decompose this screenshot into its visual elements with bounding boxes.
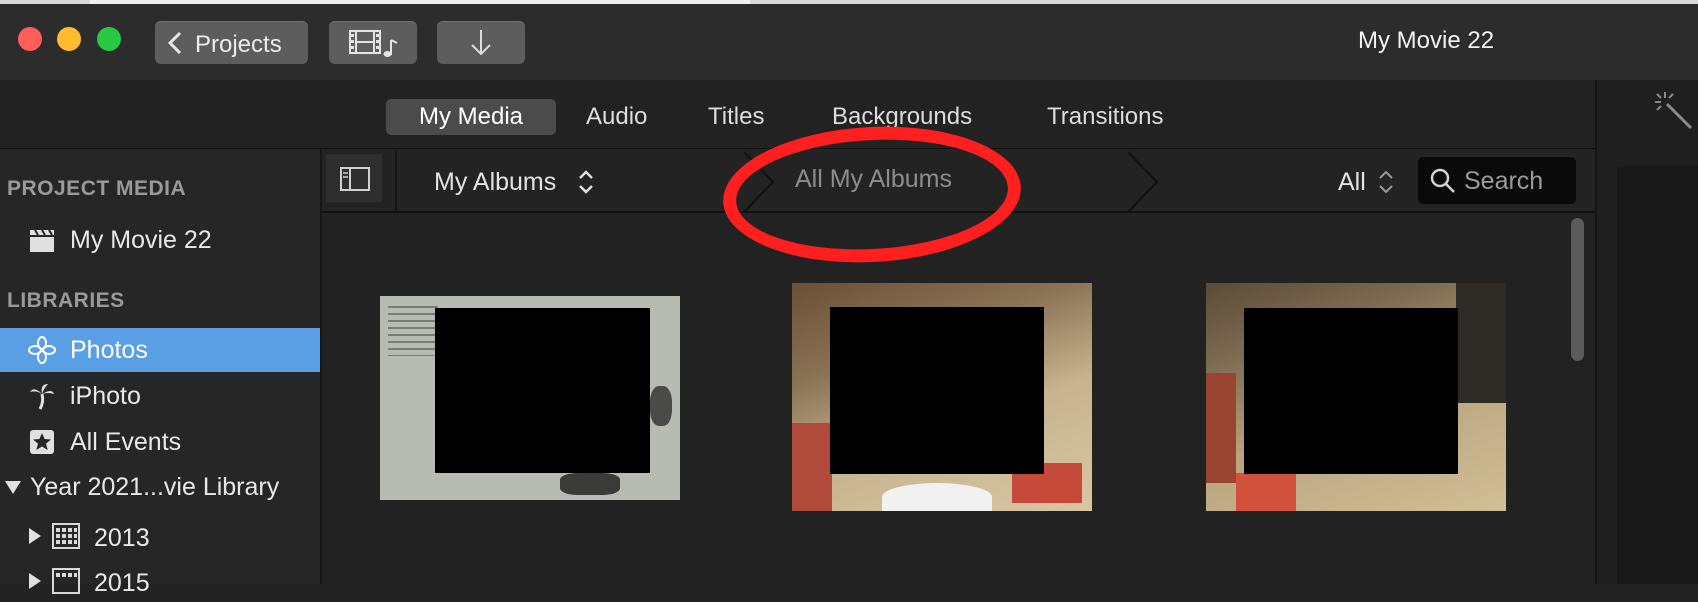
sidebar-item-label: iPhoto [70,382,141,410]
sidebar-item-label: Photos [70,336,148,364]
updown-chevron-icon [579,170,593,194]
close-window-button[interactable] [18,27,42,51]
photos-flower-icon [28,336,56,364]
search-field[interactable]: Search [1418,157,1576,204]
redacted-block [1244,308,1458,474]
star-icon [30,430,54,454]
media-browser-toggle-button[interactable] [329,21,417,64]
photo-color-area [1206,373,1236,483]
photo-color-area [792,423,832,511]
inspector-panel [1595,80,1698,584]
album-selector[interactable]: My Albums [434,164,604,200]
header-divider [395,151,397,211]
drawing-mark [650,386,672,426]
sidebar-item-label: All Events [70,428,182,456]
filter-selector[interactable]: All [1338,164,1402,200]
project-media-header: PROJECT MEDIA [7,177,187,200]
drawing-mark [560,473,620,495]
sidebar-item-photos[interactable]: Photos [0,328,320,372]
import-button[interactable] [437,21,525,64]
redacted-block [830,307,1044,474]
tab-transitions[interactable]: Transitions [1047,99,1163,135]
clapperboard-icon [30,229,54,252]
libraries-header: LIBRARIES [7,289,125,312]
magic-wand-icon[interactable] [1653,90,1695,132]
download-arrow-icon [471,30,491,56]
projects-label: Projects [195,31,282,58]
document-text-lines [388,306,438,356]
sidebar-item-iphoto[interactable]: iPhoto [0,374,320,418]
tab-titles[interactable]: Titles [708,99,764,135]
inspector-area [1617,166,1698,584]
calendar-grid-icon [52,523,80,549]
disclosure-triangle-right-icon[interactable] [28,527,42,545]
sidebar-item-label: 2013 [94,524,150,552]
disclosure-triangle-right-icon[interactable] [28,572,42,590]
minimize-window-button[interactable] [57,27,81,51]
tab-audio[interactable]: Audio [586,99,647,135]
sidebar-item-all-events[interactable]: All Events [0,420,320,464]
sidebar-item-project[interactable]: My Movie 22 [0,218,320,262]
palm-tree-icon [30,384,54,410]
photo-color-area [1236,473,1296,511]
breadcrumb-separator-icon [1127,151,1159,213]
sidebar-item-label: My Movie 22 [70,226,212,254]
photo-color-area [882,483,992,511]
calendar-grid-icon [52,568,80,594]
sidebar-item-year-2015[interactable]: 2015 [0,560,320,602]
media-thumbnail[interactable] [1206,283,1506,511]
search-icon [1430,168,1455,193]
chevron-left-icon [167,31,182,55]
search-placeholder: Search [1464,167,1544,195]
film-music-icon [349,30,398,57]
projects-back-button[interactable]: Projects [155,21,308,64]
sidebar-item-label: Year 2021...vie Library [30,473,280,501]
updown-chevron-icon [1379,170,1393,194]
window-title: My Movie 22 [1358,27,1495,54]
sidebar-toggle-button[interactable] [326,154,382,202]
tab-my-media[interactable]: My Media [386,99,556,135]
media-thumbnail[interactable] [380,296,680,500]
sidebar-toggle-icon [340,167,370,191]
zoom-window-button[interactable] [97,27,121,51]
sidebar-item-library-group[interactable]: Year 2021...vie Library [0,465,320,509]
redacted-block [435,308,650,473]
grid-scrollbar[interactable] [1571,218,1584,361]
album-selector-label: My Albums [434,168,557,196]
media-thumbnail[interactable] [792,283,1092,511]
sidebar-item-year-2013[interactable]: 2013 [0,515,320,557]
filter-label: All [1338,168,1366,196]
photo-color-area [1456,283,1506,403]
disclosure-triangle-down-icon[interactable] [4,479,22,495]
